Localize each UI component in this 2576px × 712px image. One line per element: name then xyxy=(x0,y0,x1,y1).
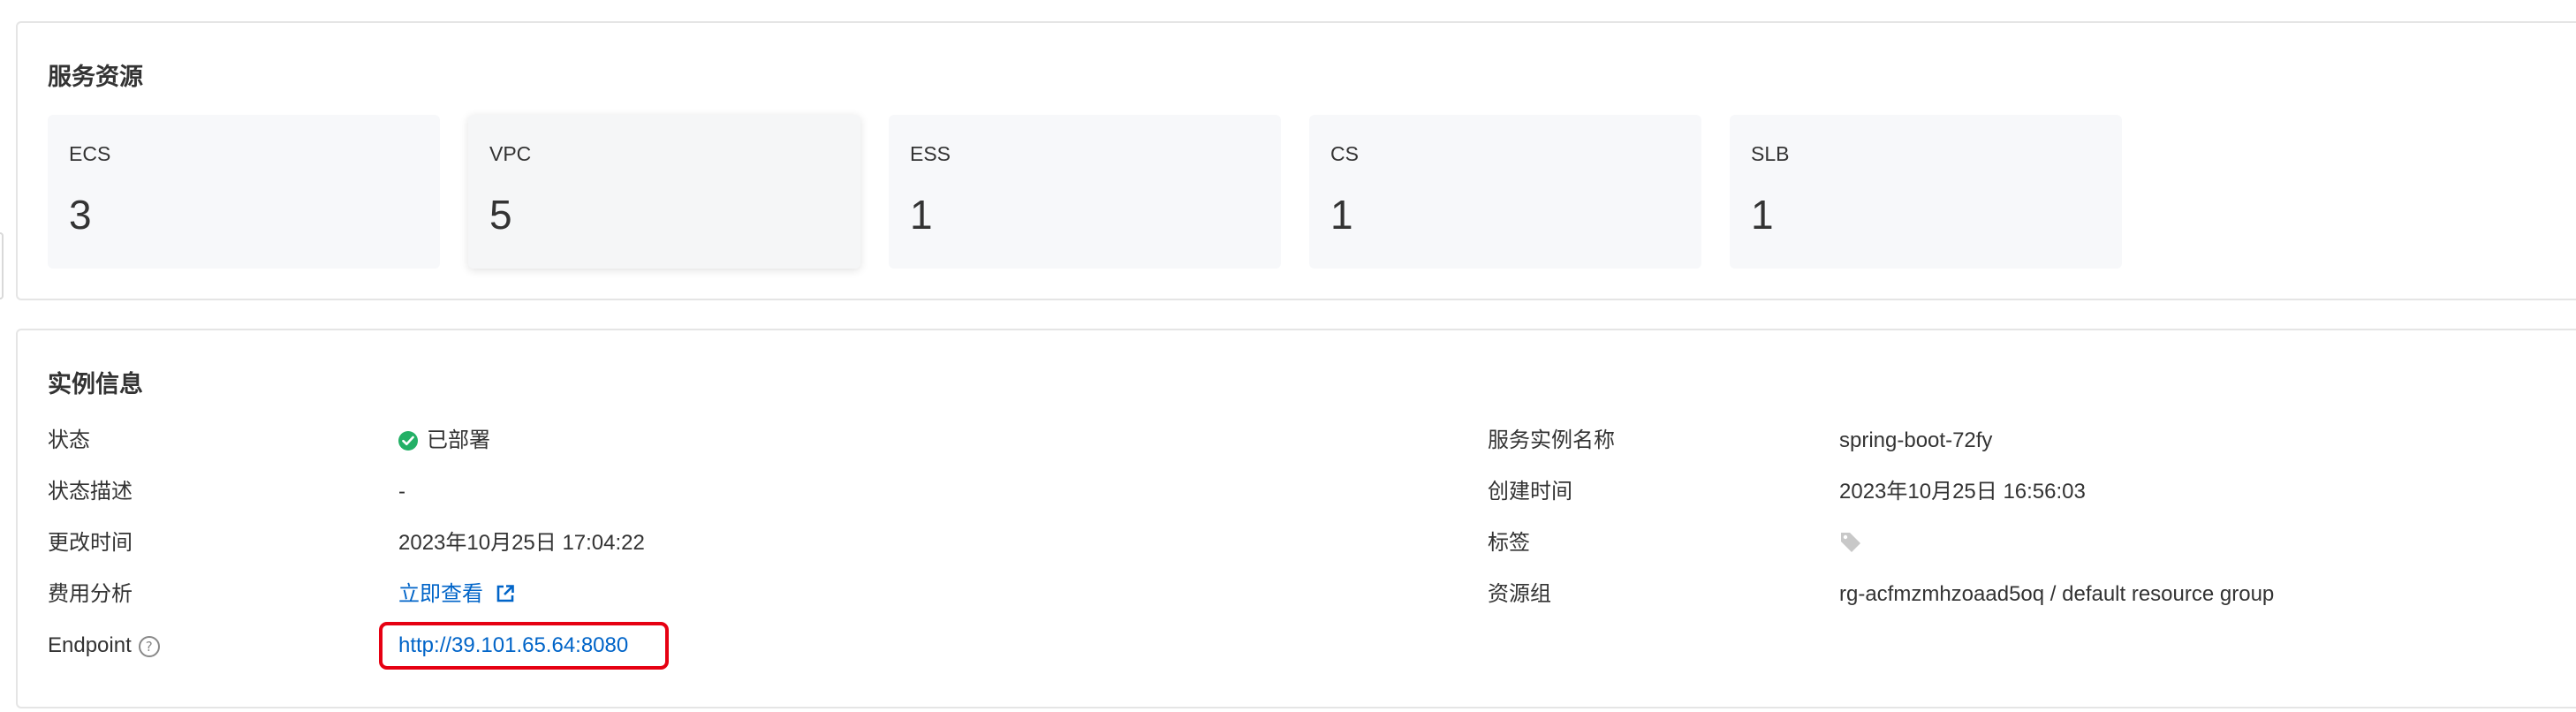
resource-card-label: ECS xyxy=(69,142,111,165)
cost-analysis-link-text[interactable]: 立即查看 xyxy=(398,582,483,606)
service-resources-panel: 服务资源 ECS 3 VPC 5 ESS 1 CS 1 SLB 1 xyxy=(16,21,2576,300)
service-instance-name-value: spring-boot-72fy xyxy=(1839,428,1993,452)
resource-card-slb[interactable]: SLB 1 xyxy=(1730,115,2122,269)
service-instance-name-label: 服务实例名称 xyxy=(1488,428,1615,452)
status-text: 已部署 xyxy=(427,428,490,452)
modified-time-label: 更改时间 xyxy=(48,531,133,555)
resource-card-count: 1 xyxy=(1751,192,1774,238)
check-circle-icon xyxy=(398,431,418,451)
modified-time-value: 2023年10月25日 17:04:22 xyxy=(398,531,645,555)
resource-card-vpc[interactable]: VPC 5 xyxy=(468,115,860,269)
external-link-icon[interactable] xyxy=(496,579,515,615)
endpoint-highlight-box xyxy=(379,622,669,670)
resource-card-label: SLB xyxy=(1751,142,1790,165)
tags-value xyxy=(1839,526,1862,561)
resource-card-label: CS xyxy=(1330,142,1359,165)
resource-card-count: 1 xyxy=(1330,192,1353,238)
created-time-label: 创建时间 xyxy=(1488,480,1572,504)
resource-card-ecs[interactable]: ECS 3 xyxy=(48,115,440,269)
resource-card-cs[interactable]: CS 1 xyxy=(1309,115,1701,269)
tags-label: 标签 xyxy=(1488,531,1530,555)
cost-analysis-link[interactable]: 立即查看 xyxy=(398,577,515,612)
tag-icon[interactable] xyxy=(1839,529,1862,564)
resource-card-count: 5 xyxy=(489,192,512,238)
endpoint-label: Endpoint? xyxy=(48,628,160,663)
resource-group-label: 资源组 xyxy=(1488,582,1551,606)
resource-card-count: 3 xyxy=(69,192,92,238)
resource-card-count: 1 xyxy=(910,192,933,238)
side-collapse-handle[interactable] xyxy=(0,232,4,299)
instance-info-title: 实例信息 xyxy=(48,371,143,398)
status-description-label: 状态描述 xyxy=(48,480,133,504)
status-value: 已部署 xyxy=(398,423,490,458)
resource-card-ess[interactable]: ESS 1 xyxy=(889,115,1281,269)
created-time-value: 2023年10月25日 16:56:03 xyxy=(1839,480,2086,504)
resource-group-value: rg-acfmzmhzoaad5oq / default resource gr… xyxy=(1839,582,2275,606)
resource-card-label: ESS xyxy=(910,142,951,165)
status-label: 状态 xyxy=(48,428,90,452)
status-description-value: - xyxy=(398,480,405,504)
service-resources-title: 服务资源 xyxy=(48,64,143,90)
help-circle-icon[interactable]: ? xyxy=(138,636,160,657)
cost-analysis-label: 费用分析 xyxy=(48,582,133,606)
resource-card-label: VPC xyxy=(489,142,532,165)
endpoint-label-text: Endpoint xyxy=(48,633,132,657)
